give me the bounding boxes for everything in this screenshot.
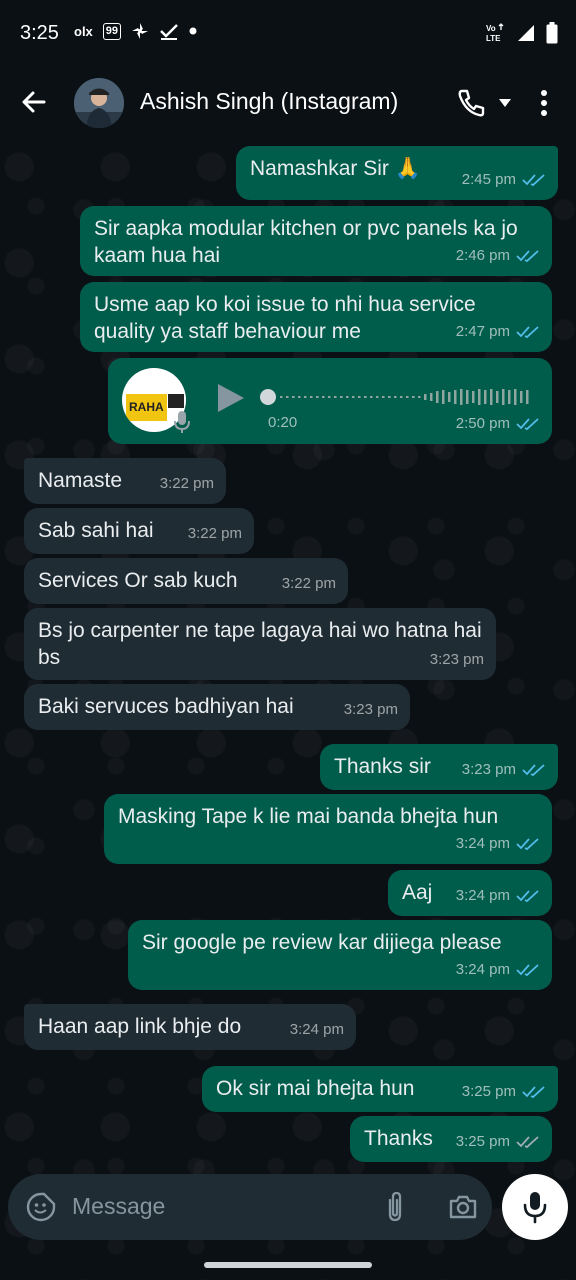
message-composer: Message — [8, 1174, 492, 1240]
message-time: 3:23 pm — [429, 651, 484, 668]
olx-notification-icon: olx — [74, 23, 93, 39]
read-receipt-icon — [516, 249, 539, 262]
check-notification-icon — [160, 24, 178, 40]
attach-icon[interactable] — [382, 1190, 408, 1224]
voice-duration: 0:20 — [268, 414, 298, 431]
camera-icon[interactable] — [448, 1192, 478, 1222]
message-text: Ok sir mai bhejta hun — [216, 1077, 415, 1100]
message-text: Usme aap ko koi issue to nhi hua service… — [94, 293, 476, 343]
message-text: Aaj — [402, 881, 433, 904]
delivered-receipt-icon — [516, 1135, 539, 1148]
read-receipt-icon — [516, 889, 539, 902]
signal-icon — [518, 25, 534, 41]
message-bubble-outgoing[interactable]: Masking Tape k lie mai banda bhejta hun … — [104, 794, 552, 864]
status-notification-icons: olx 99 — [74, 22, 197, 40]
message-time: 3:24 pm — [455, 835, 510, 852]
message-time: 3:24 pm — [455, 887, 510, 904]
read-receipt-icon — [516, 963, 539, 976]
message-time: 3:23 pm — [461, 761, 516, 778]
message-bubble-outgoing[interactable]: Thanks sir 3:23 pm — [320, 744, 558, 790]
raha-logo: RAHA — [126, 394, 167, 421]
mic-button[interactable] — [502, 1174, 568, 1240]
message-bubble-outgoing[interactable]: Sir google pe review kar dijiega please … — [128, 920, 552, 990]
message-time: 2:46 pm — [455, 247, 510, 264]
contact-avatar[interactable] — [74, 78, 124, 128]
message-time: 3:24 pm — [455, 961, 510, 978]
read-receipt-icon — [516, 837, 539, 850]
voice-call-icon[interactable] — [456, 88, 486, 118]
message-text: Haan aap link bhje do — [38, 1015, 242, 1038]
message-time: 2:50 pm — [455, 415, 510, 432]
read-receipt-icon — [522, 173, 545, 186]
message-time: 3:23 pm — [343, 701, 398, 718]
message-bubble-incoming[interactable]: Services Or sab kuch 3:22 pm — [24, 558, 348, 604]
caret-down-icon[interactable] — [498, 98, 512, 108]
message-bubble-outgoing[interactable]: Namashkar Sir 🙏 2:45 pm — [236, 146, 558, 200]
message-text: Sir google pe review kar dijiega please — [142, 931, 502, 954]
message-bubble-outgoing[interactable]: Usme aap ko koi issue to nhi hua service… — [80, 282, 552, 352]
message-text: Bs jo carpenter ne tape lagaya hai wo ha… — [38, 619, 482, 669]
message-bubble-incoming[interactable]: Baki servuces badhiyan hai 3:23 pm — [24, 684, 410, 730]
read-receipt-icon — [522, 1085, 545, 1098]
waveform-slider[interactable] — [258, 384, 534, 410]
back-arrow-icon[interactable] — [20, 88, 48, 116]
message-bubble-incoming[interactable]: Sab sahi hai 3:22 pm — [24, 508, 254, 554]
message-time: 3:25 pm — [455, 1133, 510, 1150]
message-text: Thanks sir — [334, 755, 431, 778]
svg-text:LTE: LTE — [486, 34, 501, 43]
dot-icon — [189, 27, 197, 35]
play-icon[interactable] — [214, 382, 246, 414]
message-bubble-incoming[interactable]: Namaste 3:22 pm — [24, 458, 226, 504]
status-bar: 3:25 olx 99 Vo LTE — [0, 0, 576, 68]
message-text: Masking Tape k lie mai banda bhejta hun — [118, 805, 499, 828]
message-bubble-outgoing[interactable]: Ok sir mai bhejta hun 3:25 pm — [202, 1066, 558, 1112]
message-text: Services Or sab kuch — [38, 569, 238, 592]
message-bubble-incoming[interactable]: Haan aap link bhje do 3:24 pm — [24, 1004, 356, 1050]
badge-99-icon: 99 — [102, 22, 122, 40]
more-vert-icon[interactable] — [536, 88, 552, 118]
message-time: 3:22 pm — [281, 575, 336, 592]
message-bubble-outgoing[interactable]: Aaj 3:24 pm — [388, 870, 552, 916]
contact-name[interactable]: Ashish Singh (Instagram) — [140, 88, 398, 115]
emoji-sticker-icon[interactable] — [26, 1192, 56, 1222]
gesture-nav-bar[interactable] — [204, 1262, 372, 1268]
read-receipt-icon — [516, 325, 539, 338]
battery-icon — [546, 22, 558, 44]
message-bubble-outgoing[interactable]: Sir aapka modular kitchen or pvc panels … — [80, 206, 552, 276]
message-text: Namashkar Sir 🙏 — [250, 157, 421, 180]
message-bubble-outgoing[interactable]: Thanks 3:25 pm — [350, 1116, 552, 1162]
message-text: Baki servuces badhiyan hai — [38, 695, 294, 718]
read-receipt-icon — [522, 763, 545, 776]
status-system-icons: Vo LTE — [486, 22, 558, 44]
message-input[interactable]: Message — [72, 1193, 165, 1220]
message-time: 2:47 pm — [455, 323, 510, 340]
volte-icon: VoLTE — [486, 23, 504, 43]
svg-text:Vo: Vo — [486, 24, 496, 33]
message-text: Sir aapka modular kitchen or pvc panels … — [94, 217, 518, 267]
voice-message-bubble[interactable]: RAHA 0:20 2:50 pm — [108, 358, 552, 444]
message-text: Thanks — [364, 1127, 433, 1150]
fan-icon — [132, 23, 149, 39]
message-time: 3:24 pm — [289, 1021, 344, 1038]
message-text: Sab sahi hai — [38, 519, 154, 542]
message-text: Namaste — [38, 469, 123, 492]
mic-icon — [523, 1192, 547, 1224]
status-time: 3:25 — [20, 22, 59, 44]
chat-header: Ashish Singh (Instagram) — [0, 68, 576, 138]
message-bubble-incoming[interactable]: Bs jo carpenter ne tape lagaya hai wo ha… — [24, 608, 496, 680]
message-time: 3:22 pm — [187, 525, 242, 542]
message-time: 2:45 pm — [461, 171, 516, 188]
message-time: 3:22 pm — [159, 475, 214, 492]
message-time: 3:25 pm — [461, 1083, 516, 1100]
read-receipt-icon — [516, 417, 539, 430]
mic-badge-icon — [174, 411, 190, 433]
